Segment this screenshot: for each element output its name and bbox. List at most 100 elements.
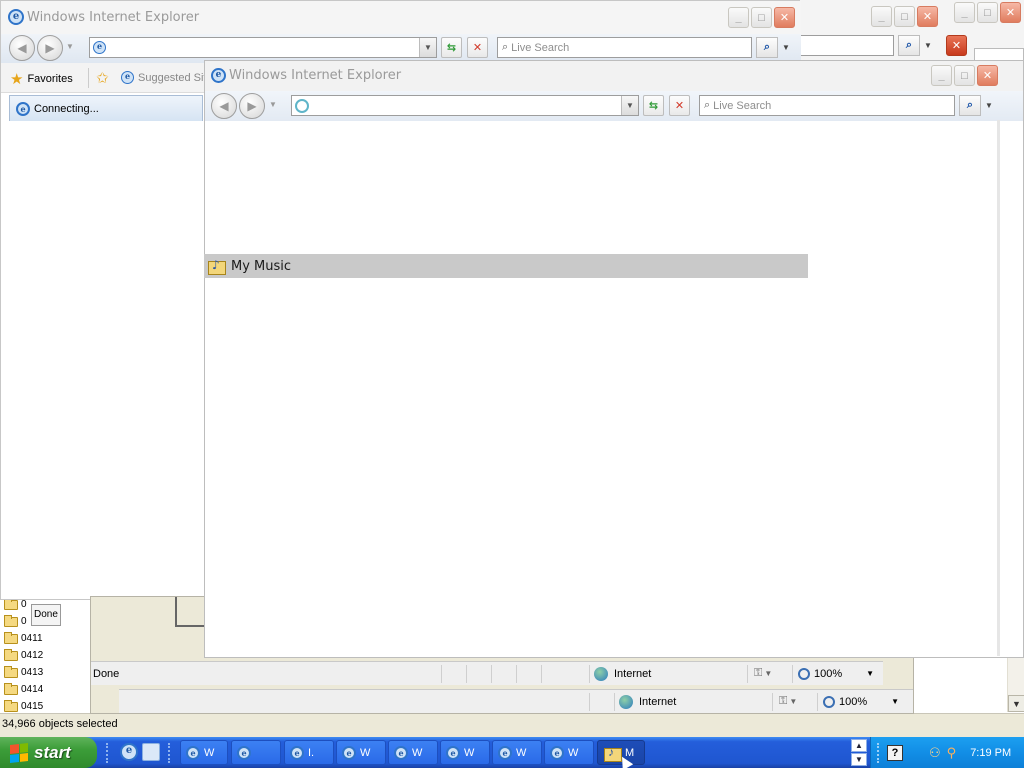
add-favorite-icon[interactable]: ✩ [96,69,109,87]
search-input[interactable]: ⌕ Live Search [699,95,955,116]
music-folder-icon [207,258,226,275]
search-options-icon[interactable]: ▼ [922,35,934,56]
tab-connecting[interactable]: e Connecting... [9,95,203,121]
status-segment [441,664,466,683]
close-button[interactable]: ✕ [917,6,938,27]
ie-logo-icon: e [394,745,408,760]
stop-icon[interactable]: ✕ [669,95,690,116]
search-go-icon[interactable]: ⌕ [898,35,920,56]
title-bar[interactable]: e Windows Internet Explorer _ □ ✕ [1,1,801,34]
explorer-status-bar: 34,966 objects selected [0,713,1024,737]
stop-icon[interactable]: ✕ [467,37,488,58]
refresh-icon[interactable]: ⇆ [441,37,462,58]
quick-launch-show-desktop-icon[interactable] [142,743,160,761]
suggested-sites-link[interactable]: e Suggested Sit [121,71,207,84]
folder-tree-item[interactable]: 0411 [0,630,60,647]
ie-logo-icon: e [186,745,200,760]
close-button[interactable]: ✕ [774,7,795,28]
taskbar-window-button[interactable]: e I. [284,740,334,765]
search-input[interactable]: ⌕ Live Search [497,37,752,58]
search-tray-icon[interactable]: ⚲ [947,745,957,761]
status-segment [589,692,614,711]
clock[interactable]: 7:19 PM [970,747,1011,759]
ie-logo-icon: e [211,68,226,83]
folder-icon [4,648,18,661]
ie-logo-icon: e [342,745,356,760]
taskbar-window-button[interactable]: e W [388,740,438,765]
taskbar-window-button[interactable]: e W [440,740,490,765]
start-button[interactable]: start [0,737,97,768]
address-bar[interactable]: ▼ [291,95,639,116]
taskbar-window-button[interactable]: e W [180,740,228,765]
quick-launch-ie-icon[interactable]: e [120,743,138,761]
address-dropdown-icon[interactable]: ▼ [419,38,436,57]
maximize-button[interactable]: □ [894,6,915,27]
search-input[interactable] [800,35,894,56]
maximize-button[interactable]: □ [954,65,975,86]
refresh-icon[interactable]: ⇆ [643,95,664,116]
protected-mode-button[interactable]: ⚿ ▼ [747,664,792,683]
search-options-icon[interactable]: ▼ [983,95,995,116]
minimize-button[interactable]: _ [728,7,749,28]
close-tab-button[interactable]: ✕ [946,35,967,56]
lock-icon: ⚿ [779,695,788,707]
favorites-button[interactable]: ★ Favorites [10,70,73,88]
maximize-button[interactable]: □ [977,2,998,23]
chevron-down-icon: ▼ [764,669,773,678]
folder-tree-item[interactable]: 0414 [0,681,60,698]
chevron-down-icon[interactable]: ▼ [851,753,867,766]
folder-icon [4,665,18,678]
folder-tree-item[interactable]: 0412 [0,647,60,664]
minimize-button[interactable]: _ [871,6,892,27]
scroll-down-arrow-icon[interactable]: ▼ [1008,695,1024,712]
folder-icon [4,682,18,695]
minimize-button[interactable]: _ [931,65,952,86]
network-icon[interactable]: ⚇ [929,745,941,761]
taskbar-window-button[interactable]: e W [492,740,542,765]
search-options-icon[interactable]: ▼ [780,37,792,58]
protected-mode-button[interactable]: ⚿ ▼ [772,692,817,711]
ie-logo-icon: e [8,9,24,25]
folder-icon [4,699,18,712]
recent-pages-icon[interactable]: ▼ [269,100,277,109]
folder-icon [4,631,18,644]
chevron-up-icon[interactable]: ▲ [851,739,867,752]
chevron-down-icon: ▼ [866,669,874,678]
back-button[interactable]: ◀ [211,93,237,119]
window-title: Windows Internet Explorer [27,10,200,25]
close-button[interactable]: ✕ [977,65,998,86]
search-icon: ⌕ [502,41,509,53]
status-segment [491,664,516,683]
minimize-button[interactable]: _ [954,2,975,23]
close-button[interactable]: ✕ [1000,2,1021,23]
forward-button[interactable]: ▶ [37,35,63,61]
search-go-group: ⌕ ▼ [756,37,792,58]
globe-icon [594,666,608,681]
ie-logo-icon: e [498,745,512,760]
zoom-button[interactable]: 100% ▼ [817,692,905,711]
security-zone[interactable]: Internet [614,692,772,711]
title-bar[interactable]: e Windows Internet Explorer _ □ ✕ [205,61,1023,91]
help-icon[interactable]: ? [887,744,903,761]
windows-logo-icon [10,742,28,763]
back-button[interactable]: ◀ [9,35,35,61]
taskbar-window-button[interactable]: e [231,740,281,765]
folder-tree-item[interactable]: 0413 [0,664,60,681]
taskbar-window-button[interactable]: e W [336,740,386,765]
address-bar[interactable]: e ▼ [89,37,437,58]
zoom-button[interactable]: 100% ▼ [792,664,880,683]
status-segment [541,664,589,683]
search-go-icon[interactable]: ⌕ [756,37,778,58]
toolbar-grip [877,742,881,763]
forward-button[interactable]: ▶ [239,93,265,119]
maximize-button[interactable]: □ [751,7,772,28]
search-go-icon[interactable]: ⌕ [959,95,981,116]
window-title: Windows Internet Explorer [229,68,402,83]
navigation-bar: ◀ ▶ ▼ e ▼ ⇆ ✕ ⌕ Live Search ⌕ ▼ [1,34,801,63]
taskbar-window-button[interactable]: e W [544,740,594,765]
security-zone[interactable]: Internet [589,664,747,683]
recent-pages-icon[interactable]: ▼ [66,42,74,51]
taskbar-scroll[interactable]: ▲ ▼ [851,739,867,766]
chevron-down-icon: ▼ [789,697,798,706]
address-dropdown-icon[interactable]: ▼ [621,96,638,115]
